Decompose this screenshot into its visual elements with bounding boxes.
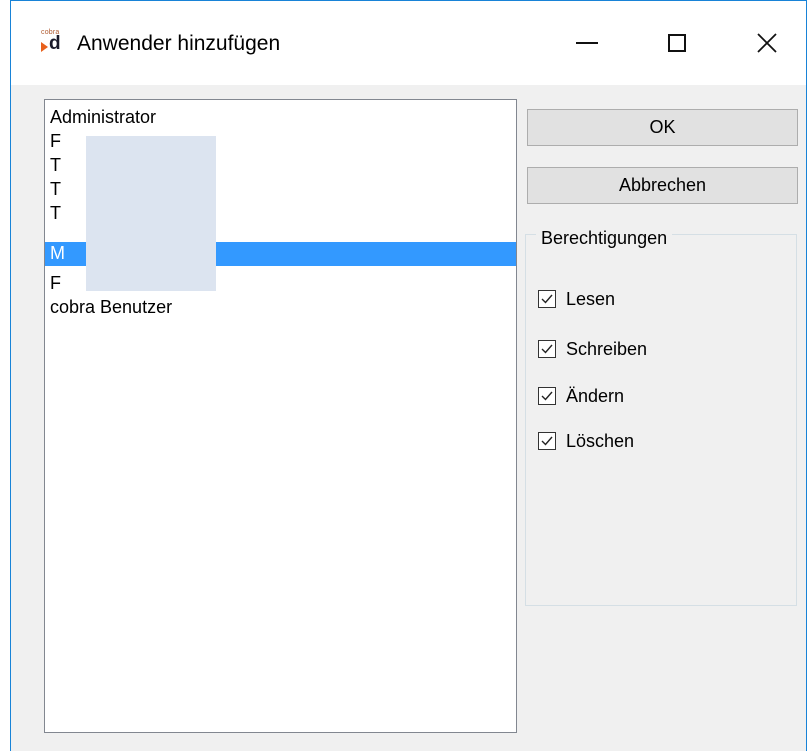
- app-icon-arrow: [41, 42, 48, 52]
- permission-delete-checkbox[interactable]: Löschen: [538, 429, 634, 453]
- checkmark-icon: [541, 344, 553, 354]
- maximize-icon: [668, 34, 686, 52]
- checkbox-label: Löschen: [566, 431, 635, 451]
- add-user-dialog: cobra d Anwender hinzufügen Administrato…: [10, 0, 807, 751]
- close-icon: [757, 33, 777, 53]
- user-list-item[interactable]: Administrator: [45, 106, 516, 130]
- close-button[interactable]: [727, 15, 807, 71]
- redacted-region: [86, 136, 216, 291]
- permissions-group-label: Berechtigungen: [536, 227, 673, 249]
- checkmark-icon: [541, 391, 553, 401]
- checkmark-icon: [541, 436, 553, 446]
- checkbox-box[interactable]: [538, 340, 556, 358]
- minimize-button[interactable]: [547, 15, 627, 71]
- permission-write-checkbox[interactable]: Schreiben: [538, 337, 647, 361]
- ok-button[interactable]: OK: [527, 109, 798, 146]
- checkbox-box[interactable]: [538, 387, 556, 405]
- user-listbox[interactable]: Administrator F T T T M F cobra Benutzer: [44, 99, 517, 733]
- minimize-icon: [576, 42, 598, 44]
- checkmark-icon: [541, 294, 553, 304]
- checkbox-box[interactable]: [538, 432, 556, 450]
- user-list-item[interactable]: cobra Benutzer: [45, 296, 516, 320]
- cobra-app-icon: cobra d: [41, 29, 75, 55]
- cancel-button[interactable]: Abbrechen: [527, 167, 798, 204]
- checkbox-label: Ändern: [566, 386, 625, 406]
- app-icon-letter: d: [49, 33, 61, 54]
- checkbox-box[interactable]: [538, 290, 556, 308]
- permission-modify-checkbox[interactable]: Ändern: [538, 384, 624, 408]
- maximize-button[interactable]: [637, 15, 717, 71]
- checkbox-label: Lesen: [566, 289, 616, 309]
- window-title: Anwender hinzufügen: [77, 32, 281, 55]
- permission-read-checkbox[interactable]: Lesen: [538, 287, 615, 311]
- checkbox-label: Schreiben: [566, 339, 648, 359]
- title-bar[interactable]: cobra d Anwender hinzufügen: [11, 1, 806, 85]
